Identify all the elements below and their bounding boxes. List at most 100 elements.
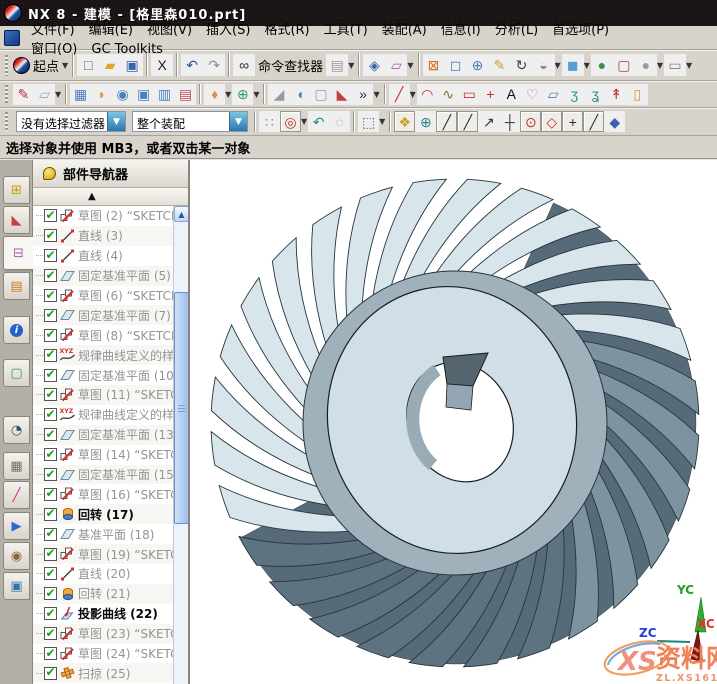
command-finder-label[interactable]: 命令查找器: [255, 56, 326, 75]
feature-checkbox[interactable]: ✔: [44, 408, 57, 421]
tree-row-固定基准平面(7)[interactable]: ✔固定基准平面 (7): [33, 305, 173, 325]
dropdown-arrow-icon[interactable]: ▼: [373, 90, 379, 99]
tree-row-规律曲线定义的样条(12)[interactable]: ✔XYZ规律曲线定义的样条 (12): [33, 405, 173, 425]
feature-checkbox[interactable]: ✔: [44, 627, 57, 640]
edge-blend-icon[interactable]: ◖: [289, 84, 310, 105]
feature-checkbox[interactable]: ✔: [44, 309, 57, 322]
pattern-feature-icon[interactable]: ▤: [175, 84, 196, 105]
snap-target-icon[interactable]: ◎: [280, 111, 301, 132]
shaded-view-icon[interactable]: ◼: [562, 54, 584, 76]
feature-checkbox[interactable]: ✔: [44, 209, 57, 222]
snap-pole-icon[interactable]: ┼: [499, 111, 520, 132]
app-menu-icon[interactable]: [4, 30, 20, 46]
feature-checkbox[interactable]: ✔: [44, 468, 57, 481]
spline-icon[interactable]: ∿: [438, 84, 459, 105]
toolbar-grip[interactable]: [5, 112, 10, 131]
dropdown-arrow-icon[interactable]: ▼: [410, 90, 416, 99]
graphics-viewport[interactable]: YC XC ZC XS 资料网 ZL.XS1616.COM: [190, 160, 717, 684]
feature-checkbox[interactable]: ✔: [44, 388, 57, 401]
feature-checkbox[interactable]: ✔: [44, 548, 57, 561]
print-icon[interactable]: ▤: [326, 54, 348, 76]
new-file-icon[interactable]: □: [77, 54, 99, 76]
system-materials-tab[interactable]: ▦: [3, 452, 30, 480]
rectangle-icon[interactable]: ▭: [459, 84, 480, 105]
part-navigator-header[interactable]: 部件导航器: [33, 160, 188, 188]
feature-checkbox[interactable]: ✔: [44, 528, 57, 541]
navigator-scrollbar[interactable]: ▲: [173, 206, 188, 684]
chamfer-icon[interactable]: ◢: [268, 84, 289, 105]
background-icon[interactable]: ▭: [664, 54, 686, 76]
pan-icon[interactable]: ✎: [489, 54, 511, 76]
dropdown-arrow-icon[interactable]: ▼: [301, 117, 307, 126]
menu-2[interactable]: 编辑(E): [82, 21, 140, 40]
plane-curve-icon[interactable]: ▱: [543, 84, 564, 105]
dropdown-arrow-icon[interactable]: ▼: [253, 90, 259, 99]
visualization-scene-tab[interactable]: ▣: [3, 572, 30, 600]
feature-checkbox[interactable]: ✔: [44, 448, 57, 461]
perspective-globe-icon[interactable]: ●: [591, 54, 613, 76]
pocket-icon[interactable]: ▥: [154, 84, 175, 105]
scroll-up-button[interactable]: ▲: [174, 206, 188, 222]
move-object-icon[interactable]: ▱: [385, 54, 407, 76]
dropdown-arrow-icon[interactable]: ▼: [657, 61, 663, 70]
feature-checkbox[interactable]: ✔: [44, 229, 57, 242]
tree-row-基准平面(18)[interactable]: ✔基准平面 (18): [33, 524, 173, 544]
deselect-icon[interactable]: ◌: [329, 111, 350, 132]
point-icon[interactable]: +: [480, 84, 501, 105]
tree-row-草图(19)[interactable]: ✔草图 (19) “SKETCH: [33, 544, 173, 564]
undo-selection-icon[interactable]: ↶: [308, 111, 329, 132]
feature-checkbox[interactable]: ✔: [44, 587, 57, 600]
tree-row-直线(4)[interactable]: ✔直线 (4): [33, 246, 173, 266]
fit-view-icon[interactable]: ⊠: [423, 54, 445, 76]
select-handles-icon[interactable]: ∷: [259, 111, 280, 132]
feature-checkbox[interactable]: ✔: [44, 329, 57, 342]
constraint-navigator-tab[interactable]: ◣: [3, 206, 30, 234]
menu-10[interactable]: 首选项(P): [545, 21, 616, 40]
tree-row-回转(17)[interactable]: ✔回转 (17): [33, 504, 173, 524]
web-browser-tab[interactable]: i: [3, 316, 30, 344]
snap-tangent-icon[interactable]: ↗: [478, 111, 499, 132]
assembly-navigator-tab[interactable]: ⊞: [3, 176, 30, 204]
sketch-task-icon[interactable]: ✎: [13, 84, 34, 105]
hd3d-tool-tab[interactable]: ▢: [3, 359, 30, 387]
studio-spline-icon[interactable]: ♡: [522, 84, 543, 105]
feature-checkbox[interactable]: ✔: [44, 508, 57, 521]
dropdown-arrow-icon[interactable]: ▼: [379, 117, 385, 126]
more-features-icon[interactable]: »: [352, 84, 373, 105]
draft-icon[interactable]: ◣: [331, 84, 352, 105]
rectangle-select-icon[interactable]: ⬚: [358, 111, 379, 132]
feature-checkbox[interactable]: ✔: [44, 647, 57, 660]
feature-checkbox[interactable]: ✔: [44, 289, 57, 302]
delete-icon[interactable]: X: [151, 54, 173, 76]
undo-icon[interactable]: ↶: [181, 54, 203, 76]
dropdown-arrow-icon[interactable]: ▼: [225, 90, 231, 99]
menu-1[interactable]: 文件(F): [24, 21, 82, 40]
sheet-icon[interactable]: ▯: [627, 84, 648, 105]
feature-checkbox[interactable]: ✔: [44, 488, 57, 501]
dropdown-arrow-icon[interactable]: ▼: [62, 61, 68, 70]
groups-tab[interactable]: ◉: [3, 542, 30, 570]
feature-checkbox[interactable]: ✔: [44, 349, 57, 362]
tree-row-草图(8)[interactable]: ✔草图 (8) “SKETCH_: [33, 325, 173, 345]
snap-midpoint-icon[interactable]: ╱: [457, 111, 478, 132]
scrollbar-thumb[interactable]: [174, 292, 188, 524]
feature-checkbox[interactable]: ✔: [44, 369, 57, 382]
dropdown-arrow-icon[interactable]: ▼: [584, 61, 590, 70]
nx-logo-icon[interactable]: [13, 57, 30, 74]
snap-quadrant-icon[interactable]: ◇: [541, 111, 562, 132]
arc-icon[interactable]: ◠: [417, 84, 438, 105]
feature-checkbox[interactable]: ✔: [44, 428, 57, 441]
line-icon[interactable]: ╱: [389, 84, 410, 105]
part-navigator-tab[interactable]: ⊟: [3, 236, 33, 270]
datum-axis-icon[interactable]: ↟: [606, 84, 627, 105]
redo-icon[interactable]: ↷: [203, 54, 225, 76]
tree-row-固定基准平面(15)[interactable]: ✔固定基准平面 (15): [33, 465, 173, 485]
snap-point-on-curve-icon[interactable]: ╱: [583, 111, 604, 132]
boss-icon[interactable]: ▣: [133, 84, 154, 105]
face-rule-icon[interactable]: ◆: [604, 111, 625, 132]
open-folder-icon[interactable]: ▰: [99, 54, 121, 76]
tree-row-扫掠(25)[interactable]: ✔扫掠 (25): [33, 663, 173, 683]
menu-3[interactable]: 视图(V): [140, 21, 199, 40]
hole-icon[interactable]: ◉: [112, 84, 133, 105]
tree-row-固定基准平面(5)[interactable]: ✔固定基准平面 (5): [33, 266, 173, 286]
